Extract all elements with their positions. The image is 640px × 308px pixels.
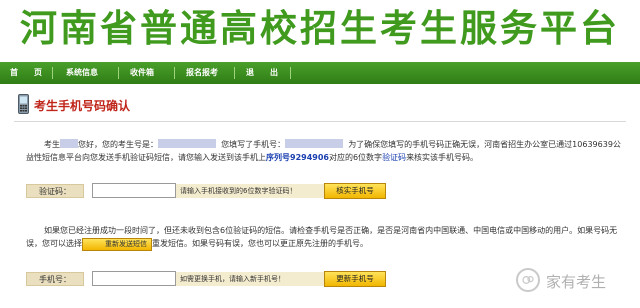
watermark-text: 家有考生 bbox=[546, 273, 607, 291]
notice-paragraph: 如果您已经注册成功一段时间了，但还未收到包含6位验证码的短信。请检查手机号是否正… bbox=[26, 224, 626, 251]
redacted-phone-number bbox=[285, 139, 344, 148]
serial-number: 序列号9294906 bbox=[266, 153, 329, 162]
intro-text: 您好，您的考生号是： bbox=[78, 140, 158, 149]
verify-code-form: 验证码： 请输入手机接收到的6位数字验证码！ 核实手机号 bbox=[26, 182, 386, 200]
redacted-name bbox=[60, 139, 78, 148]
phone-number-tip: 如需更换手机，请输入新手机号！ bbox=[176, 272, 324, 286]
phone-number-input[interactable] bbox=[92, 271, 176, 286]
nav-divider bbox=[234, 67, 235, 79]
redacted-exam-number bbox=[158, 139, 216, 148]
phone-number-label: 手机号： bbox=[26, 272, 84, 286]
title-divider bbox=[14, 121, 626, 122]
update-phone-button[interactable]: 更新手机号 bbox=[324, 271, 386, 287]
verify-phone-button[interactable]: 核实手机号 bbox=[324, 183, 386, 199]
intro-text: 您填写了手机号： bbox=[221, 140, 286, 149]
page-title: 考生手机号码确认 bbox=[34, 99, 131, 113]
nav-divider bbox=[118, 67, 119, 79]
nav-divider bbox=[174, 67, 175, 79]
phone-update-form: 手机号： 如需更换手机，请输入新手机号！ 更新手机号 bbox=[26, 270, 386, 288]
watermark: 家有考生 bbox=[516, 268, 626, 294]
resend-sms-button[interactable]: 重新发送短信 bbox=[82, 238, 152, 251]
verify-code-input[interactable] bbox=[92, 183, 176, 198]
verify-code-tip: 请输入手机接收到的6位数字验证码！ bbox=[176, 184, 324, 198]
intro-paragraph: 考生 您好，您的考生号是： 您填写了手机号： 为了确保您填写的手机号码正确无误，河… bbox=[26, 138, 626, 164]
nav-registration[interactable]: 报名报考 bbox=[186, 62, 218, 84]
verify-code-label: 验证码： bbox=[26, 184, 84, 198]
nav-divider bbox=[52, 67, 53, 79]
notice-text: 重发短信。如果号码有误，您也可以更正原先注册的手机号。 bbox=[152, 239, 368, 248]
nav-home[interactable]: 首 页 bbox=[10, 62, 42, 84]
site-banner: 河南省普通高校招生考生服务平台 bbox=[0, 0, 640, 62]
main-nav: 首 页 系统信息 收件箱 报名报考 退 出 bbox=[0, 62, 640, 84]
intro-text: 对应的6位数字 bbox=[328, 153, 383, 162]
intro-text: 考生 bbox=[44, 140, 60, 149]
site-title: 河南省普通高校招生考生服务平台 bbox=[20, 7, 620, 50]
mobile-phone-icon bbox=[18, 94, 29, 114]
chat-bubble-icon bbox=[516, 268, 540, 292]
nav-inbox[interactable]: 收件箱 bbox=[130, 62, 154, 84]
verification-code-link: 验证码 bbox=[382, 153, 407, 162]
nav-system-info[interactable]: 系统信息 bbox=[66, 62, 98, 84]
nav-divider bbox=[290, 67, 291, 79]
intro-text: 来核实该手机号码。 bbox=[406, 153, 479, 162]
nav-logout[interactable]: 退 出 bbox=[246, 62, 278, 84]
